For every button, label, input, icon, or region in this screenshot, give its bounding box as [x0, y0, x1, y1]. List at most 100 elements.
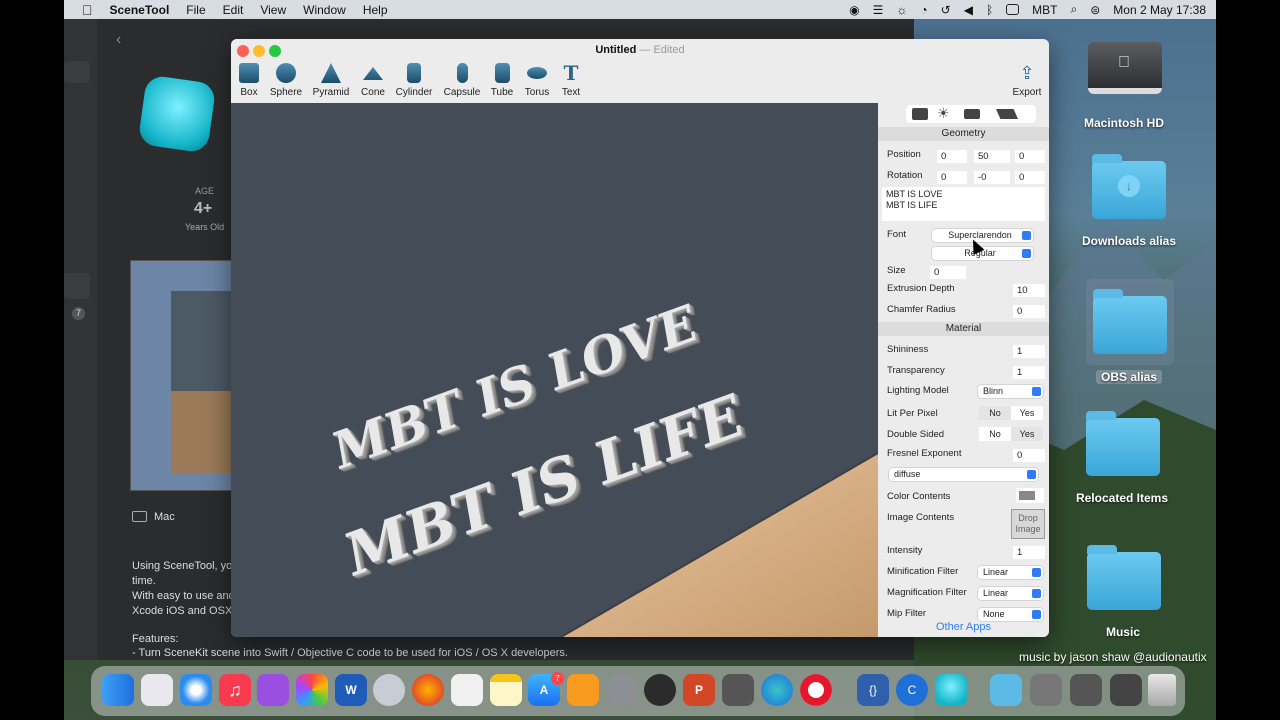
edge-icon[interactable] — [761, 674, 793, 706]
light-tab-icon[interactable]: ☀ — [937, 105, 950, 122]
downloads-stack-icon[interactable] — [990, 674, 1022, 706]
volume-icon[interactable]: ◀ — [964, 3, 973, 17]
menu-edit[interactable]: Edit — [223, 3, 244, 17]
position-x-field[interactable]: 0 — [937, 150, 967, 163]
safari-icon[interactable] — [180, 674, 212, 706]
litperpixel-no[interactable]: No — [979, 406, 1011, 420]
extrusion-field[interactable]: 10 — [1013, 284, 1045, 297]
text-content-area[interactable]: MBT IS LOVE MBT IS LIFE — [882, 187, 1045, 221]
music-folder-icon[interactable] — [1087, 545, 1161, 610]
minification-popup[interactable]: Linear — [978, 566, 1043, 579]
mip-popup[interactable]: None — [978, 608, 1043, 621]
spotlight-icon[interactable]: ⌕ — [1070, 2, 1077, 17]
launchpad-icon[interactable] — [141, 674, 173, 706]
brightness-icon[interactable]: ☼ — [896, 3, 907, 17]
sidebar-item[interactable] — [64, 273, 90, 299]
focus-icon[interactable]: ◔ — [920, 3, 927, 17]
downloads-folder-icon[interactable]: ↓ — [1092, 154, 1166, 219]
relocated-folder-icon[interactable] — [1086, 411, 1160, 476]
fresnel-field[interactable]: 0 — [1013, 449, 1045, 462]
menu-window[interactable]: Window — [303, 3, 346, 17]
firefox-icon[interactable] — [412, 674, 444, 706]
floor-tab-icon[interactable] — [996, 109, 1018, 119]
stack-icon[interactable] — [1110, 674, 1142, 706]
lighting-popup[interactable]: Blinn — [978, 385, 1043, 398]
podcasts-icon[interactable] — [257, 674, 289, 706]
powerpoint-icon[interactable]: P — [683, 674, 715, 706]
geometry-tab-icon[interactable] — [912, 108, 928, 120]
scene-viewport[interactable]: MBT IS LOVE MBT IS LIFE — [231, 103, 878, 637]
other-apps-link[interactable]: Other Apps — [878, 621, 1049, 633]
position-y-field[interactable]: 50 — [974, 150, 1010, 163]
back-chevron-icon[interactable]: ‹ — [116, 31, 121, 49]
clock[interactable]: Mon 2 May 17:38 — [1113, 3, 1206, 17]
hard-drive-icon[interactable]:  — [1088, 42, 1162, 94]
color-well[interactable] — [1016, 488, 1044, 503]
size-field[interactable]: 0 — [930, 266, 966, 279]
menu-file[interactable]: File — [186, 3, 205, 17]
doublesided-segmented[interactable]: No Yes — [979, 427, 1043, 441]
font-family-popup[interactable]: Superclarendon — [932, 229, 1033, 242]
stack-icon[interactable] — [1030, 674, 1062, 706]
litperpixel-yes[interactable]: Yes — [1011, 406, 1043, 420]
battery-icon[interactable] — [1006, 4, 1020, 15]
script-editor-icon[interactable]: {} — [857, 674, 889, 706]
text-icon: T — [563, 61, 579, 85]
intensity-field[interactable]: 1 — [1013, 546, 1045, 559]
music-app-icon[interactable]: ♫ — [219, 674, 251, 706]
scenetool-dock-icon[interactable] — [935, 674, 967, 706]
shininess-field[interactable]: 1 — [1013, 345, 1045, 358]
opera-icon[interactable] — [800, 674, 832, 706]
chamfer-field[interactable]: 0 — [1013, 305, 1045, 318]
control-center-icon[interactable]: ⊜ — [1090, 3, 1100, 17]
export-button[interactable]: ⇪ Export — [1003, 63, 1049, 98]
time-machine-icon[interactable]: ↺ — [941, 3, 951, 17]
desktop-item-label[interactable]: Music — [1073, 625, 1173, 639]
sidebar-item[interactable] — [64, 61, 90, 83]
rotation-z-field[interactable]: 0 — [1015, 171, 1045, 184]
apple-menu-icon[interactable]:  — [82, 2, 93, 18]
tool-cylinder[interactable]: Cylinder — [390, 63, 438, 98]
code-app-icon[interactable]: C — [896, 674, 928, 706]
obs-icon[interactable]: ◉ — [849, 3, 859, 17]
box-icon — [239, 63, 259, 83]
books-icon[interactable] — [567, 674, 599, 706]
system-utility-icon[interactable] — [373, 674, 405, 706]
position-z-field[interactable]: 0 — [1015, 150, 1045, 163]
trash-icon[interactable] — [1148, 674, 1176, 706]
tool-pyramid[interactable]: Pyramid — [307, 63, 355, 98]
input-source[interactable]: MBT — [1032, 3, 1057, 17]
doublesided-yes[interactable]: Yes — [1011, 427, 1043, 441]
system-preferences-icon[interactable] — [606, 674, 638, 706]
rotation-x-field[interactable]: 0 — [937, 171, 967, 184]
finder-icon[interactable] — [102, 674, 134, 706]
obs-icon[interactable] — [644, 674, 676, 706]
tool-sphere[interactable]: Sphere — [262, 63, 310, 98]
obs-folder-icon[interactable] — [1093, 289, 1167, 354]
menu-view[interactable]: View — [260, 3, 286, 17]
app-menu[interactable]: SceneTool — [110, 3, 170, 17]
control-icon[interactable]: ☰ — [873, 3, 884, 17]
stack-icon[interactable] — [1070, 674, 1102, 706]
rotation-y-field[interactable]: -0 — [974, 171, 1010, 184]
magnification-popup[interactable]: Linear — [978, 587, 1043, 600]
transparency-field[interactable]: 1 — [1013, 366, 1045, 379]
contents-type-popup[interactable]: diffuse — [889, 468, 1038, 481]
doublesided-no[interactable]: No — [979, 427, 1011, 441]
word-icon[interactable]: W — [335, 674, 367, 706]
menu-help[interactable]: Help — [363, 3, 388, 17]
textedit-icon[interactable] — [451, 674, 483, 706]
tool-text[interactable]: T Text — [547, 63, 595, 98]
camera-tab-icon[interactable] — [964, 109, 980, 119]
notes-icon[interactable] — [490, 674, 522, 706]
desktop-item-label[interactable]: OBS alias — [1096, 370, 1162, 384]
drop-image-well[interactable]: Drop Image — [1011, 509, 1045, 539]
activity-monitor-icon[interactable] — [722, 674, 754, 706]
bluetooth-icon[interactable]: ᛒ — [986, 3, 993, 17]
desktop-item-label[interactable]: Downloads alias — [1064, 234, 1194, 248]
desktop-item-label[interactable]: Macintosh HD — [1064, 116, 1184, 130]
desktop-item-label[interactable]: Relocated Items — [1062, 491, 1182, 505]
photos-icon[interactable] — [296, 674, 328, 706]
screenshot-preview[interactable] — [130, 260, 234, 491]
litperpixel-segmented[interactable]: No Yes — [979, 406, 1043, 420]
